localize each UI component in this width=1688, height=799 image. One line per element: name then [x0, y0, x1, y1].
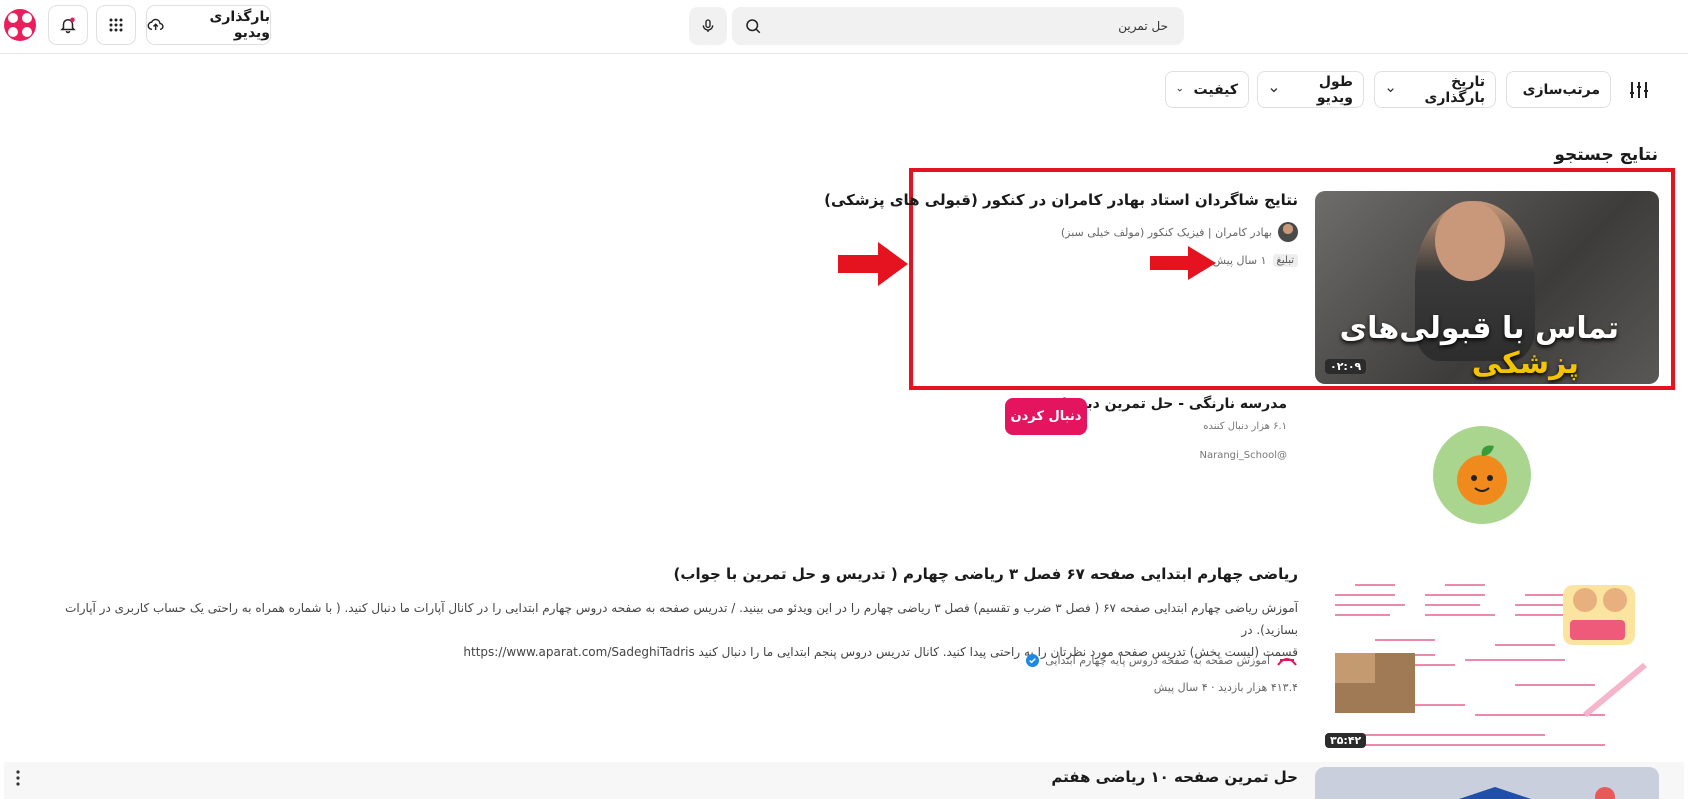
channel-row[interactable]: آموزش صفحه به صفحه دروس پایه چهارم ابتدا…	[1026, 651, 1298, 669]
filter-sort-label: مرتب‌سازی	[1522, 81, 1600, 98]
filter-sliders-icon[interactable]	[1627, 78, 1651, 102]
aparat-logo[interactable]	[4, 9, 36, 41]
apps-button[interactable]	[96, 5, 136, 45]
verified-icon	[1026, 653, 1040, 667]
filter-video-length-label: طول ویدیو	[1316, 73, 1353, 106]
red-arrow-icon	[838, 242, 908, 286]
search-box[interactable]	[732, 7, 1184, 45]
chevron-down-icon	[1270, 87, 1278, 92]
ad-badge: تبلیغ	[1272, 254, 1298, 267]
filter-video-length[interactable]: طول ویدیو	[1257, 71, 1364, 108]
thumbnail-caption: پزشکی	[1471, 346, 1579, 381]
video-title[interactable]: ریاضی چهارم ابتدایی صفحه ۶۷ فصل ۳ ریاضی …	[674, 565, 1298, 583]
section-title: نتایج جستجو	[1554, 145, 1658, 165]
microphone-icon	[702, 19, 714, 32]
orange-icon	[1457, 445, 1507, 505]
upload-label: بارگذاری ویدیو	[209, 9, 271, 41]
upload-video-button[interactable]: بارگذاری ویدیو	[146, 5, 271, 45]
chevron-down-icon	[1387, 87, 1394, 92]
video-title[interactable]: نتایج شاگردان استاد بهادر کامران در کنکو…	[824, 191, 1298, 209]
bell-icon	[60, 17, 76, 34]
filter-upload-date[interactable]: تاریخ بارگذاری	[1374, 71, 1496, 108]
thumbnail-partial	[1315, 767, 1659, 799]
red-arrow-icon	[1150, 246, 1216, 280]
channel-logo-icon	[1277, 658, 1297, 666]
meta-row: تبلیغ ۱ سال پیش	[1213, 254, 1298, 267]
search-icon[interactable]	[744, 17, 762, 35]
views-age: ۴۱۳.۴ هزار بازدید · ۴ سال پیش	[1153, 681, 1298, 694]
worksheet-illustration	[1315, 565, 1659, 758]
thumbnail-face	[1435, 201, 1505, 281]
filter-quality-label: کیفیت	[1193, 81, 1238, 98]
thumbnail-caption: تماس با قبولی‌های	[1339, 311, 1619, 346]
channel-name: آموزش صفحه به صفحه دروس پایه چهارم ابتدا…	[1045, 653, 1270, 667]
description-line: آموزش ریاضی چهارم ابتدایی صفحه ۶۷ ( فصل …	[65, 601, 1298, 637]
follow-button[interactable]: دنبال کردن	[1005, 398, 1087, 435]
more-options-icon[interactable]	[15, 769, 21, 787]
channel-avatar	[1278, 222, 1298, 242]
filter-quality[interactable]: کیفیت	[1165, 71, 1249, 108]
channel-avatar[interactable]	[1433, 426, 1531, 524]
notifications-button[interactable]	[48, 5, 88, 45]
duration-badge: ۳۵:۴۲	[1325, 733, 1367, 748]
channel-row[interactable]: بهادر کامران | فیزیک کنکور (مولف خیلی سب…	[1061, 222, 1298, 242]
views-age-row: ۴۱۳.۴ هزار بازدید · ۴ سال پیش	[1154, 681, 1298, 694]
filter-sort[interactable]: مرتب‌سازی	[1506, 71, 1611, 108]
video-thumbnail[interactable]	[1315, 767, 1659, 799]
cloud-upload-icon	[147, 18, 164, 31]
filter-upload-date-label: تاریخ بارگذاری	[1424, 73, 1486, 106]
voice-search-button[interactable]	[689, 7, 727, 45]
top-bar: بارگذاری ویدیو	[0, 0, 1688, 54]
channel-name: بهادر کامران | فیزیک کنکور (مولف خیلی سب…	[1060, 225, 1272, 239]
chevron-down-icon	[1177, 88, 1182, 91]
video-thumbnail[interactable]: ۳۵:۴۲	[1315, 565, 1659, 758]
duration-badge: ۰۲:۰۹	[1325, 359, 1367, 374]
video-thumbnail[interactable]: تماس با قبولی‌های پزشکی ۰۲:۰۹	[1315, 191, 1659, 384]
video-title[interactable]: حل تمرین صفحه ۱۰ ریاضی هفتم	[1051, 768, 1298, 786]
subscriber-count: ۶.۱ هزار دنبال کننده	[1203, 421, 1287, 432]
search-input[interactable]	[772, 7, 1176, 45]
channel-handle: @Narangi_School	[1199, 450, 1287, 461]
video-age: ۱ سال پیش	[1212, 254, 1267, 267]
grid-icon	[109, 18, 123, 32]
